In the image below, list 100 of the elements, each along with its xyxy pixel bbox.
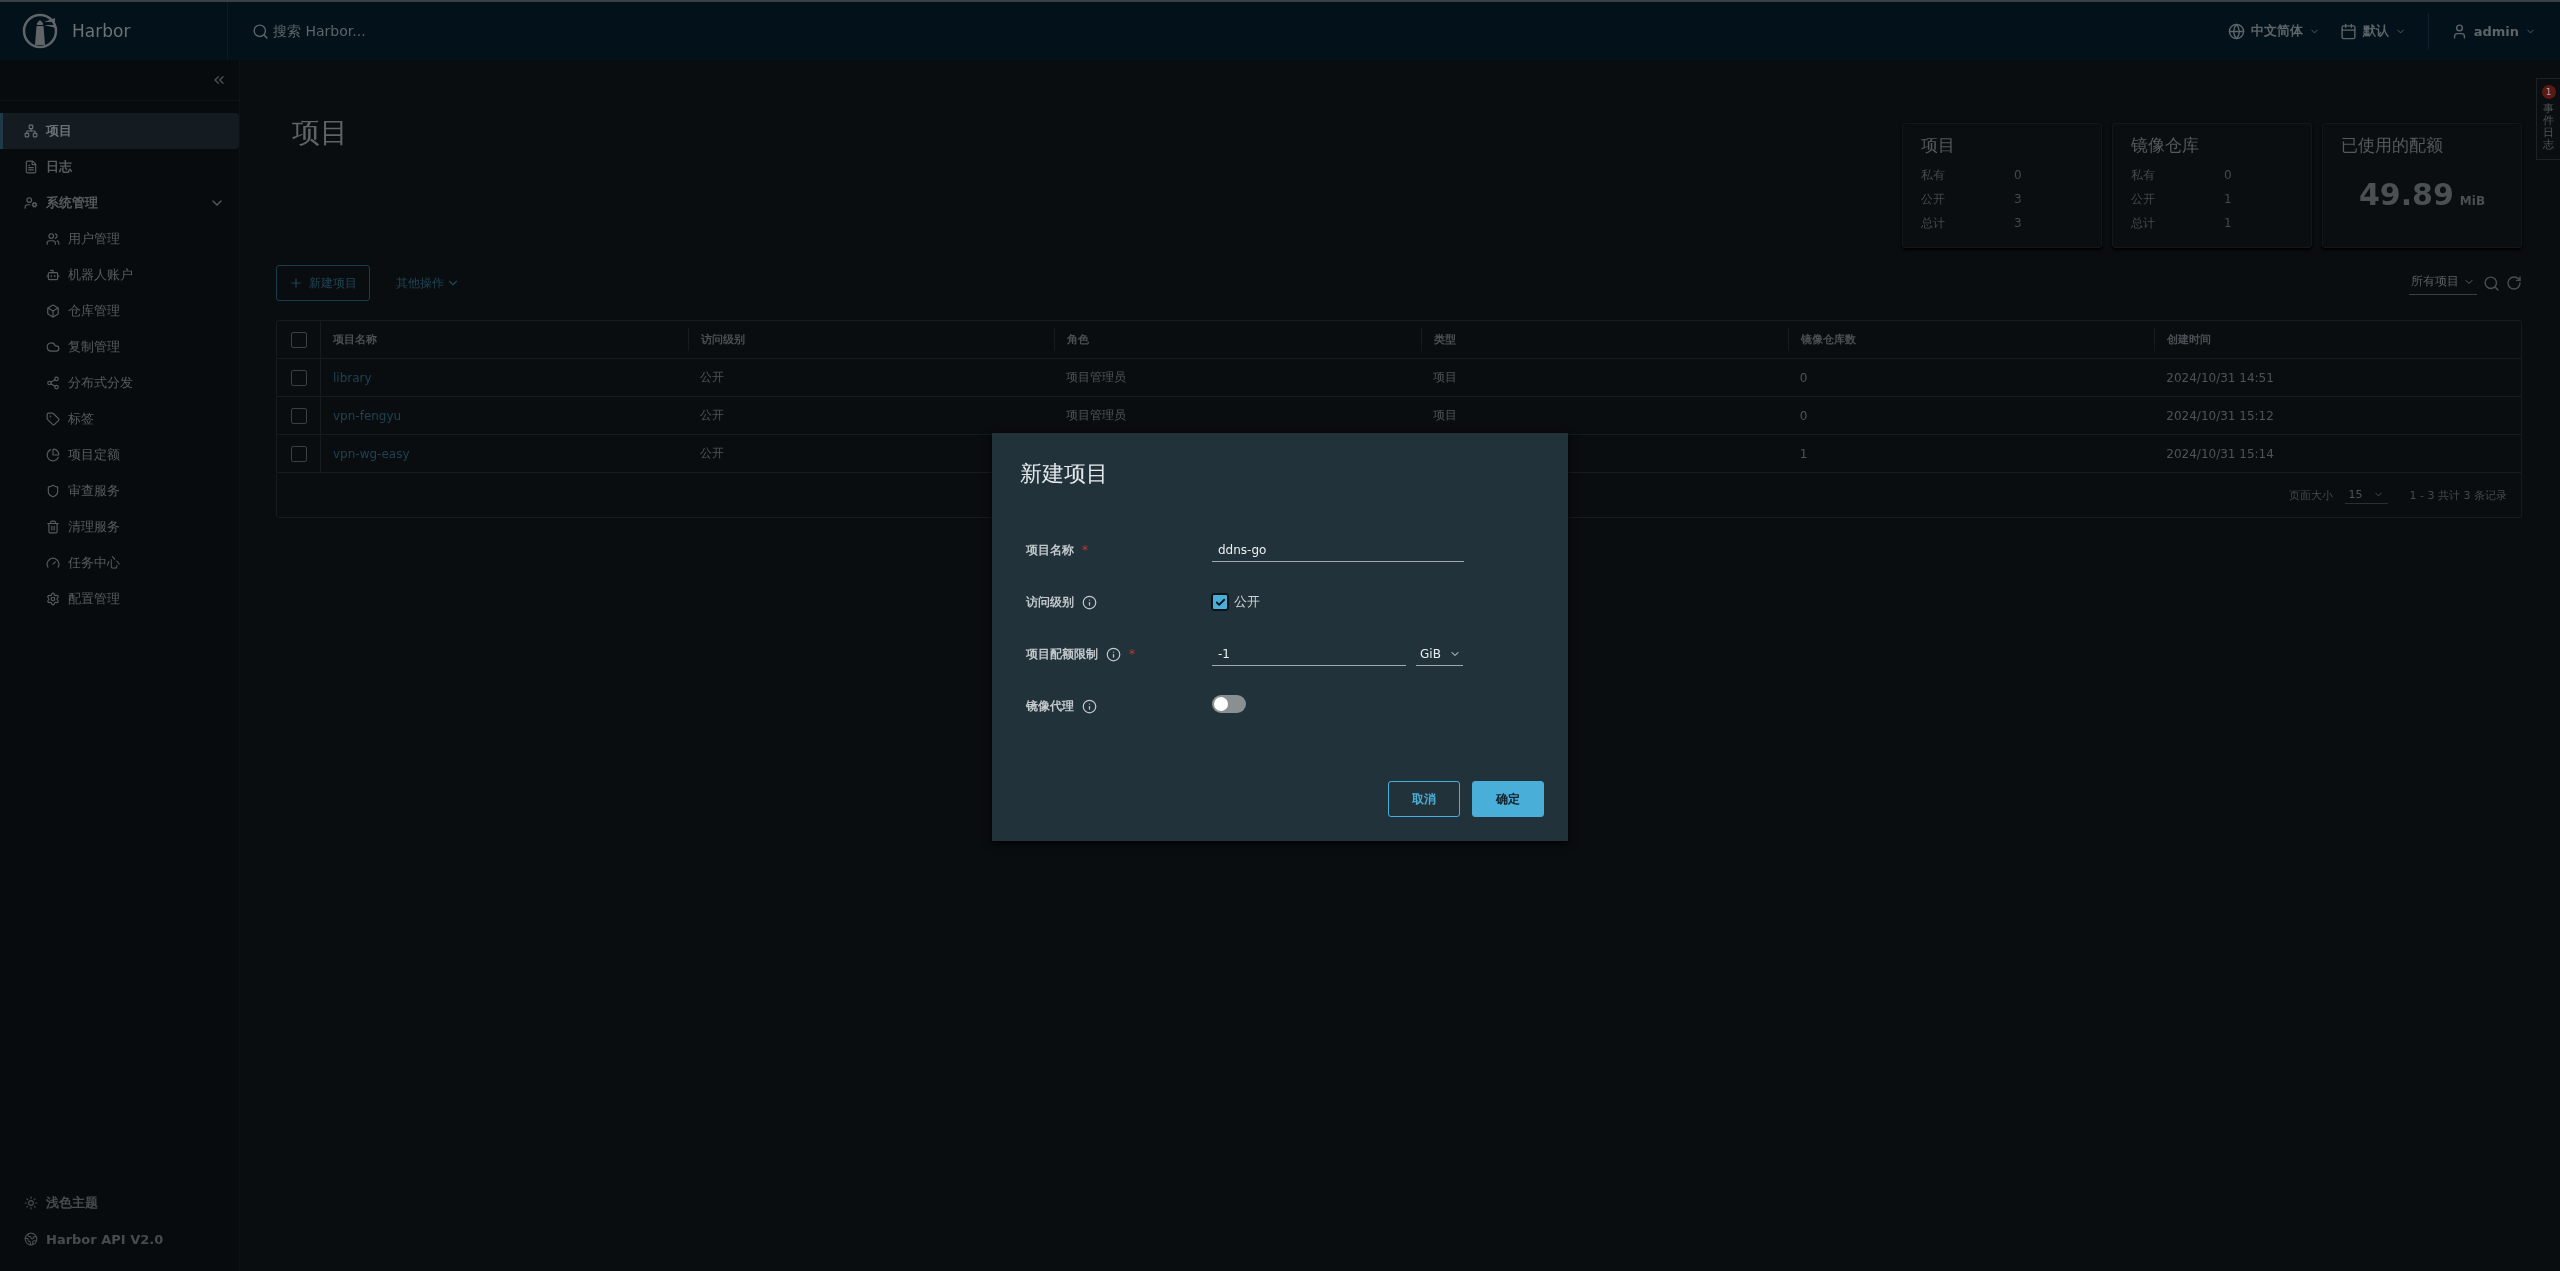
field-label: 项目名称 (1026, 541, 1074, 559)
users-icon (46, 232, 60, 246)
more-actions-button[interactable]: 其他操作 (390, 273, 466, 293)
page-size-select[interactable]: 15 (2344, 486, 2388, 504)
sidebar-item[interactable]: 用户管理 (0, 221, 239, 257)
sidebar-item[interactable]: 复制管理 (0, 329, 239, 365)
table-cell-text: 公开 (698, 369, 725, 386)
robot-icon (46, 268, 60, 282)
theme-menu[interactable]: 默认 (2329, 22, 2416, 40)
sidebar-link[interactable]: 浅色主题 (0, 1187, 239, 1219)
column-header: 访问级别 (687, 328, 1055, 351)
project-link[interactable]: vpn-wg-easy (321, 446, 688, 461)
table-cell-text: 2024/10/31 14:51 (2165, 370, 2275, 385)
filter-select[interactable]: 所有项目 (2409, 271, 2477, 295)
project-link[interactable]: library (321, 370, 688, 385)
globe-icon (2227, 22, 2245, 40)
sidebar-item[interactable]: 清理服务 (0, 509, 239, 545)
plus-icon (289, 276, 303, 290)
column-header: 创建时间 (2154, 328, 2521, 351)
dialog-title: 新建项目 (1020, 460, 1109, 488)
trash-icon (46, 520, 60, 534)
quota-unit: MiB (2459, 194, 2486, 208)
sidebar-link[interactable]: Harbor API V2.0 (0, 1223, 239, 1255)
user-gear-icon (24, 196, 38, 210)
info-icon[interactable] (1106, 646, 1121, 662)
cancel-button[interactable]: 取消 (1388, 781, 1460, 817)
table-cell-text: 公开 (698, 407, 725, 424)
confirm-button[interactable]: 确定 (1472, 781, 1544, 817)
project-link[interactable]: vpn-fengyu (321, 408, 688, 423)
notification-badge: 1 (2541, 85, 2556, 99)
pie-chart-icon (46, 448, 60, 462)
shield-icon (46, 484, 60, 498)
table-cell-text: 项目管理员 (1065, 369, 1128, 386)
tag-icon (46, 412, 60, 426)
quota-field[interactable]: -1 (1212, 642, 1406, 666)
stat-value: 3 (2014, 191, 2023, 208)
page-title: 项目 (292, 115, 348, 151)
info-icon[interactable] (1082, 698, 1097, 714)
stat-value: 3 (2014, 215, 2023, 232)
proxy-toggle[interactable] (1212, 695, 1246, 713)
public-checkbox[interactable]: 公开 (1212, 593, 1544, 611)
share-icon (46, 376, 60, 390)
column-header: 角色 (1054, 328, 1421, 351)
row-checkbox[interactable] (290, 407, 307, 424)
required-mark: * (1129, 647, 1135, 661)
card-title: 镜像仓库 (2131, 134, 2200, 157)
document-icon (24, 160, 38, 174)
sidebar-item[interactable]: 机器人账户 (0, 257, 239, 293)
sidebar-item[interactable]: 审查服务 (0, 473, 239, 509)
language-menu[interactable]: 中文简体 (2217, 22, 2330, 40)
calendar-icon (2339, 22, 2357, 40)
search-icon[interactable] (2483, 274, 2500, 292)
sidebar-item[interactable]: 日志 (0, 149, 239, 185)
sidebar-item[interactable]: 分布式分发 (0, 365, 239, 401)
app-name: Harbor (72, 21, 131, 41)
stat-value: 1 (2224, 191, 2233, 208)
sidebar-item[interactable]: 项目定额 (0, 437, 239, 473)
row-checkbox[interactable] (290, 445, 307, 462)
table-cell-text: 项目管理员 (1065, 407, 1128, 424)
table-cell-text: 2024/10/31 15:12 (2165, 408, 2275, 423)
sidebar-item[interactable]: 仓库管理 (0, 293, 239, 329)
user-menu[interactable]: admin (2440, 22, 2546, 40)
sidebar-item[interactable]: 系统管理 (0, 185, 239, 221)
field-label: 访问级别 (1026, 593, 1074, 611)
search-icon (252, 22, 269, 40)
cube-icon (46, 304, 60, 318)
select-all-checkbox[interactable] (290, 331, 307, 348)
stat-value: 1 (2224, 215, 2233, 232)
field-label: 项目配额限制 (1026, 645, 1098, 663)
stat-value: 0 (2014, 167, 2023, 184)
column-header: 镜像仓库数 (1787, 328, 2155, 351)
sun-icon (24, 1196, 38, 1210)
settings-icon (46, 592, 60, 606)
table-cell-text: 项目 (1432, 407, 1458, 424)
column-header: 项目名称 (332, 332, 378, 348)
search-field[interactable]: 搜索 Harbor... (271, 22, 475, 40)
globe-icon (24, 1232, 38, 1246)
stat-value: 0 (2224, 167, 2233, 184)
cloud-icon (46, 340, 60, 354)
new-project-button[interactable]: 新建项目 (276, 265, 370, 301)
check-icon (1214, 596, 1226, 608)
table-cell-text: 1 (1798, 446, 1809, 461)
sidebar-item[interactable]: 任务中心 (0, 545, 239, 581)
gauge-icon (46, 556, 60, 570)
refresh-icon[interactable] (2506, 275, 2522, 291)
table-cell-text: 项目 (1432, 369, 1458, 386)
sitemap-icon (24, 124, 38, 138)
unit-select[interactable]: GiB (1416, 642, 1463, 666)
project-name-field[interactable]: ddns-go (1212, 538, 1464, 562)
lighthouse-logo (22, 13, 58, 49)
quota-value: 49.89 (2358, 177, 2454, 212)
row-checkbox[interactable] (290, 369, 307, 386)
event-log-tab[interactable]: 1 事件日志 (2536, 78, 2560, 161)
table-cell-text: 公开 (698, 445, 725, 462)
sidebar-item[interactable]: 项目 (0, 113, 239, 149)
field-label: 镜像代理 (1026, 697, 1074, 715)
sidebar-item[interactable]: 配置管理 (0, 581, 239, 617)
required-mark: * (1082, 543, 1088, 557)
info-icon[interactable] (1082, 594, 1097, 610)
sidebar-item[interactable]: 标签 (0, 401, 239, 437)
